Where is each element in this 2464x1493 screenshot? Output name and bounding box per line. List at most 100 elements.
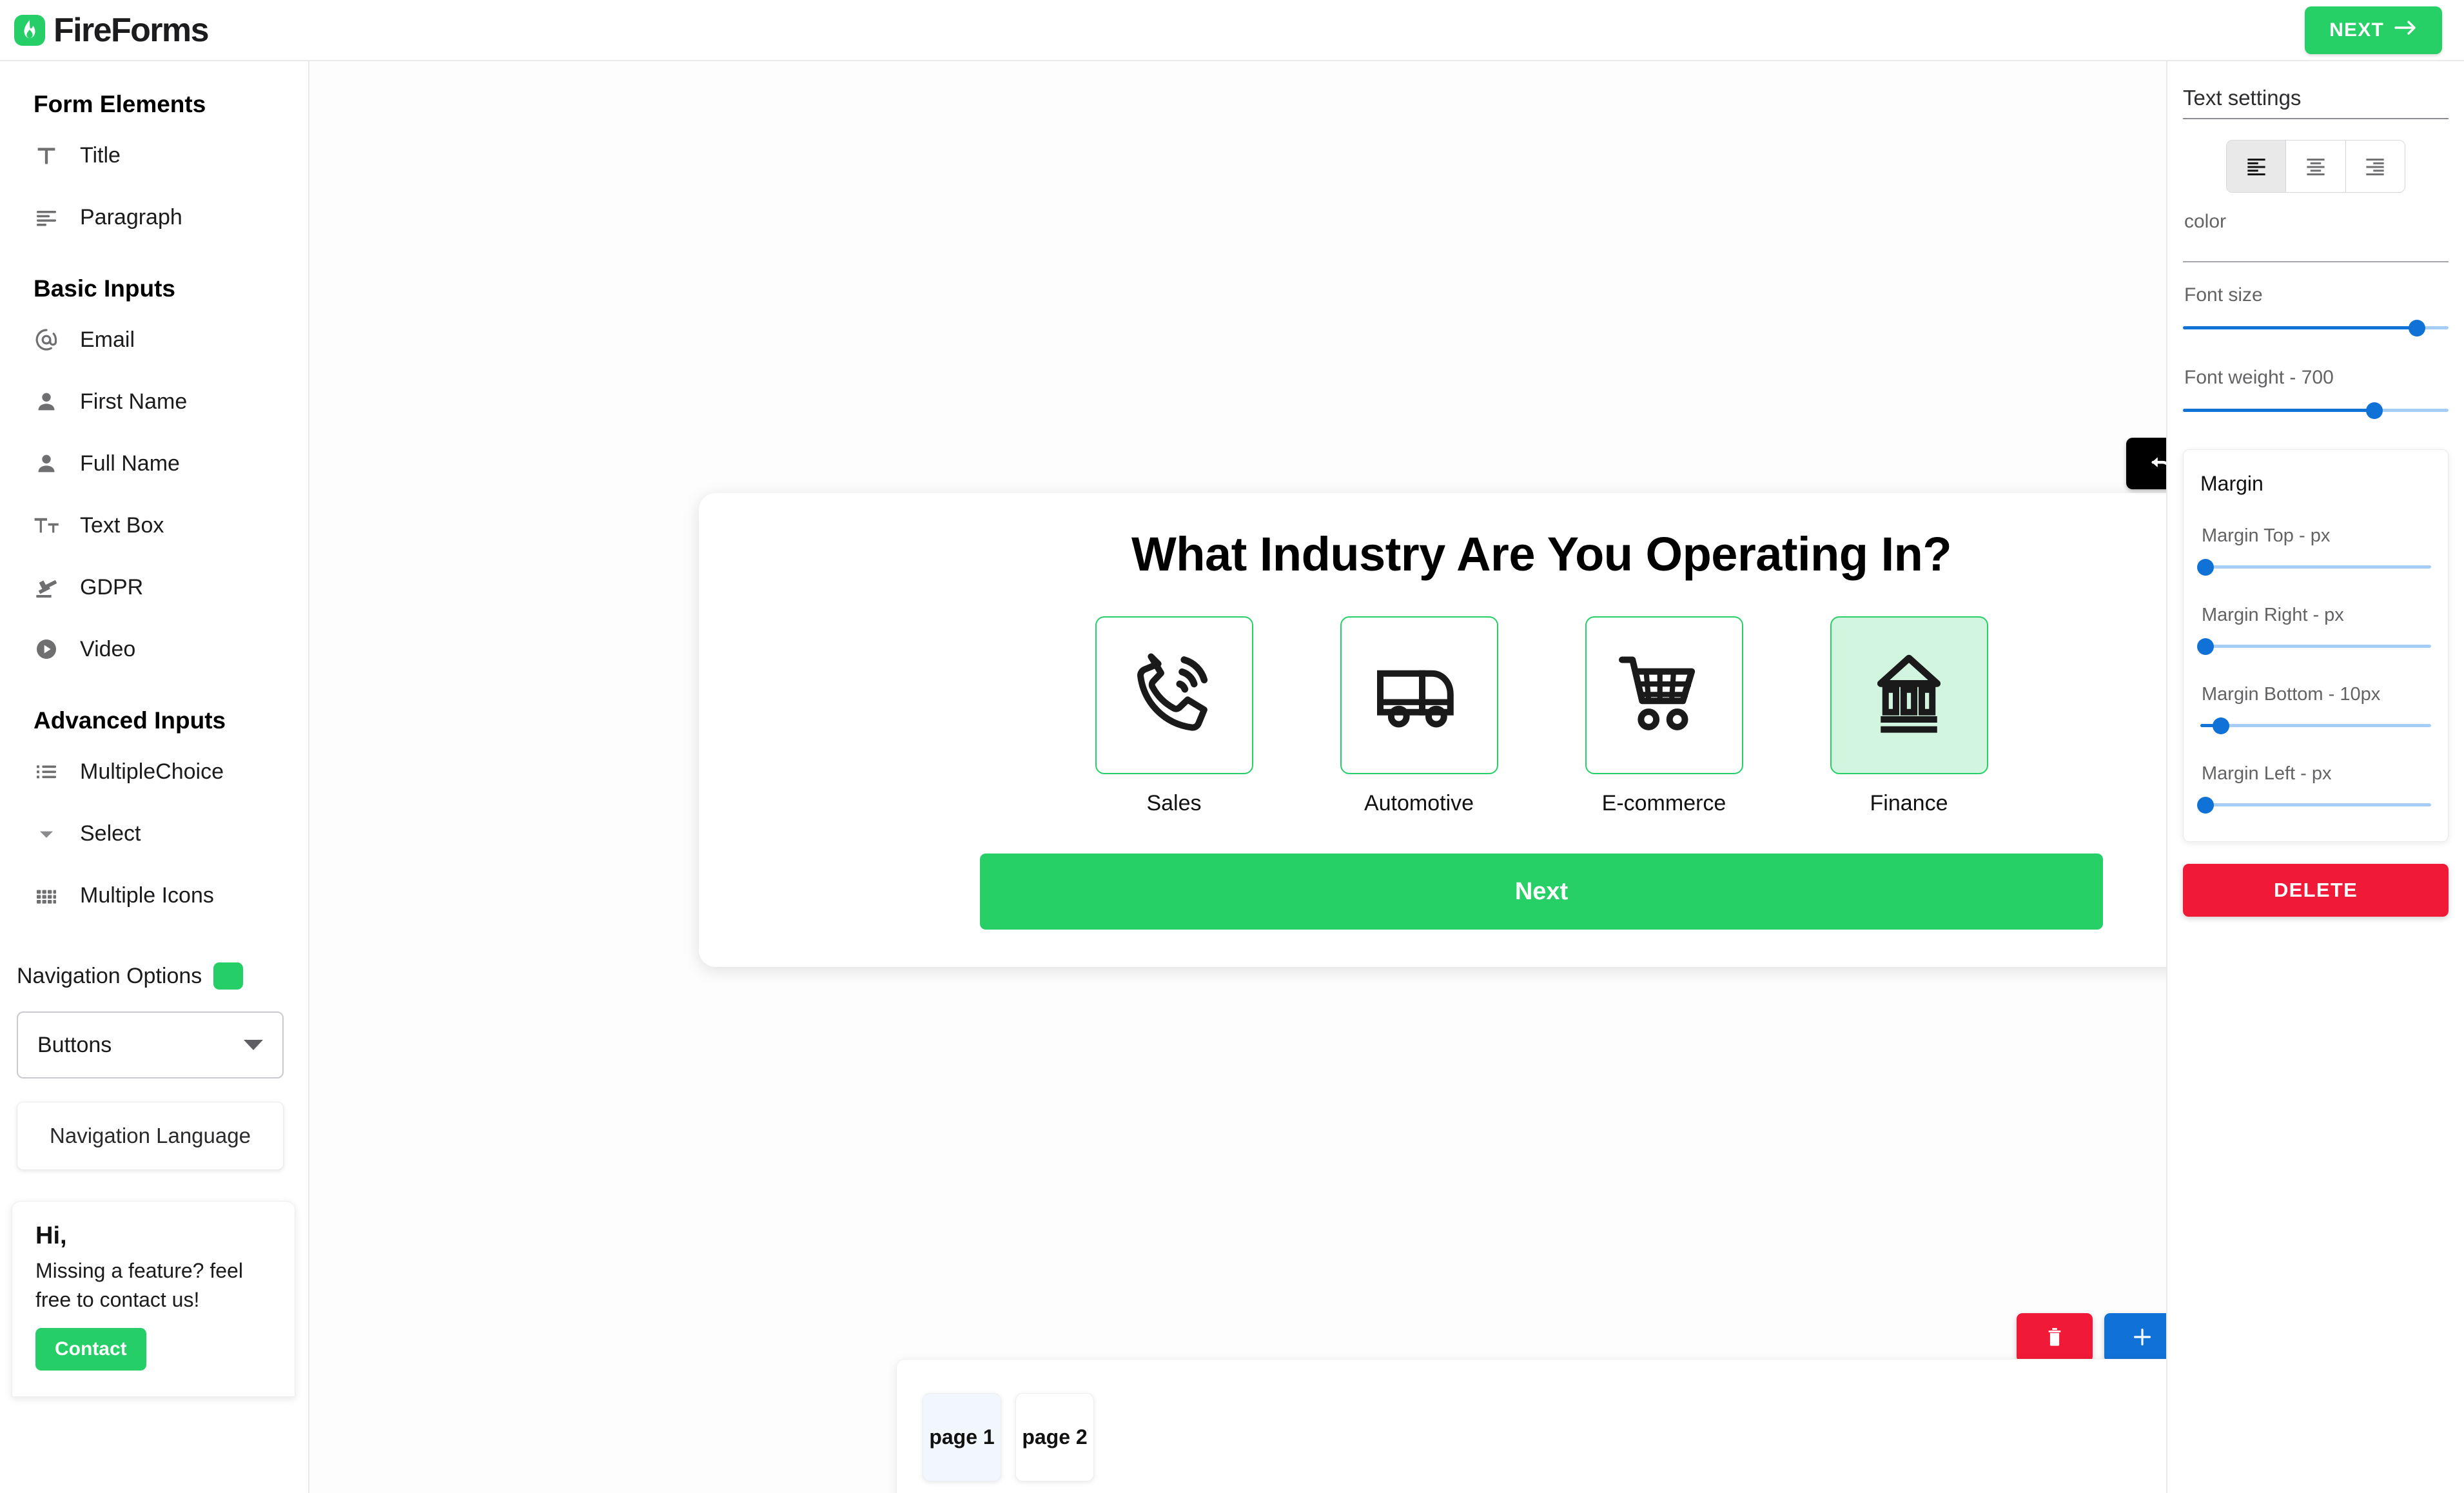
- left-sidebar: Form Elements Title Paragraph Basic Inpu…: [0, 61, 309, 1493]
- right-settings-panel: Text settings color Font size Font weigh…: [2166, 61, 2464, 1493]
- text-align-group: [2226, 140, 2405, 193]
- choice-finance[interactable]: Finance: [1830, 616, 1988, 816]
- canvas-toolbar: [2126, 438, 2166, 489]
- chevron-down-icon: [244, 1040, 263, 1050]
- add-page-button[interactable]: [2104, 1313, 2166, 1362]
- contact-message: Missing a feature? feel free to contact …: [35, 1259, 243, 1312]
- title-t-icon: [34, 142, 80, 168]
- pages-toolbar: [2017, 1313, 2166, 1362]
- align-right-button[interactable]: [2345, 141, 2405, 192]
- navigation-color-swatch[interactable]: [213, 962, 244, 990]
- sidebar-item-paragraph[interactable]: Paragraph: [0, 186, 308, 248]
- gavel-icon: [34, 574, 80, 600]
- slider-fill: [2183, 409, 2374, 412]
- slider-knob[interactable]: [2197, 638, 2214, 655]
- trash-icon: [2045, 1326, 2064, 1350]
- delete-element-button[interactable]: DELETE: [2183, 864, 2449, 917]
- margin-title: Margin: [2200, 472, 2264, 495]
- at-sign-icon: [34, 327, 80, 353]
- sidebar-item-multiplechoice[interactable]: MultipleChoice: [0, 741, 308, 803]
- plus-icon: [2132, 1327, 2153, 1349]
- form-title[interactable]: What Industry Are You Operating In?: [738, 527, 2166, 581]
- shopping-cart-icon: [1616, 645, 1712, 745]
- color-label: color: [2184, 211, 2227, 232]
- form-preview-card: What Industry Are You Operating In? Sale…: [699, 493, 2166, 967]
- brand-name: FireForms: [54, 11, 209, 49]
- choice-sales[interactable]: Sales: [1095, 616, 1253, 816]
- slider-track: [2200, 803, 2431, 806]
- align-right-icon: [2364, 156, 2386, 177]
- sidebar-item-video[interactable]: Video: [0, 618, 308, 680]
- panel-divider: [2183, 261, 2449, 262]
- font-size-slider[interactable]: [2183, 317, 2449, 338]
- sidebar-item-full-name[interactable]: Full Name: [0, 433, 308, 494]
- sidebar-item-multiple-icons[interactable]: Multiple Icons: [0, 864, 308, 926]
- slider-knob[interactable]: [2365, 402, 2383, 419]
- margin-left-label: Margin Left - px: [2202, 763, 2332, 784]
- person-icon: [34, 389, 80, 415]
- font-size-label: Font size: [2184, 284, 2263, 306]
- sidebar-item-label: Select: [80, 821, 141, 846]
- top-bar: FireForms NEXT: [0, 0, 2464, 61]
- group-title-advanced-inputs: Advanced Inputs: [34, 707, 226, 734]
- brand-logo[interactable]: FireForms: [14, 11, 209, 50]
- sidebar-item-label: Paragraph: [80, 204, 182, 229]
- slider-knob[interactable]: [2408, 320, 2425, 337]
- align-center-button[interactable]: [2286, 141, 2346, 192]
- margin-left-slider[interactable]: [2197, 794, 2431, 815]
- body-split: Form Elements Title Paragraph Basic Inpu…: [0, 61, 2464, 1493]
- sidebar-item-title[interactable]: Title: [0, 124, 308, 186]
- margin-top-slider[interactable]: [2197, 556, 2431, 578]
- margin-card: Margin Margin Top - px Margin Right - px…: [2183, 449, 2449, 842]
- undo-arrow-icon: [2147, 451, 2166, 476]
- margin-bottom-label: Margin Bottom - 10px: [2202, 684, 2381, 705]
- choice-automotive[interactable]: Automotive: [1340, 616, 1498, 816]
- sidebar-item-email[interactable]: Email: [0, 309, 308, 371]
- navigation-options-row: Navigation Options: [0, 962, 308, 990]
- choice-ecommerce[interactable]: E-commerce: [1585, 616, 1743, 816]
- bullet-list-icon: [34, 759, 80, 785]
- slider-knob[interactable]: [2213, 717, 2230, 734]
- form-canvas: What Industry Are You Operating In? Sale…: [309, 61, 2166, 1493]
- navigation-language-button[interactable]: Navigation Language: [17, 1102, 284, 1170]
- font-weight-label: Font weight - 700: [2184, 367, 2334, 388]
- align-left-button[interactable]: [2227, 141, 2287, 192]
- form-next-button[interactable]: Next: [980, 854, 2103, 930]
- pages-panel: page 1 page 2: [896, 1359, 2166, 1493]
- margin-right-label: Margin Right - px: [2202, 605, 2344, 625]
- undo-button[interactable]: [2126, 438, 2166, 489]
- font-weight-slider[interactable]: [2183, 399, 2449, 421]
- slider-knob[interactable]: [2197, 559, 2214, 576]
- delete-page-button[interactable]: [2017, 1313, 2093, 1362]
- contact-card: Hi, Missing a feature? feel free to cont…: [12, 1201, 295, 1397]
- navigation-select-value: Buttons: [37, 1032, 112, 1057]
- app-root: FireForms NEXT Form Elements Title Parag…: [0, 0, 2464, 1493]
- slider-track: [2200, 724, 2431, 727]
- navigation-options-label: Navigation Options: [17, 963, 202, 988]
- sidebar-item-label: Video: [80, 636, 136, 661]
- page-tab[interactable]: page 2: [1015, 1392, 1094, 1481]
- navigation-language-label: Navigation Language: [50, 1124, 251, 1147]
- sidebar-item-label: GDPR: [80, 574, 144, 600]
- margin-bottom-slider[interactable]: [2200, 714, 2431, 736]
- text-size-icon: [34, 512, 80, 538]
- contact-button[interactable]: Contact: [35, 1327, 146, 1371]
- phone-call-icon: [1126, 645, 1222, 745]
- chevron-down-icon: [34, 821, 80, 846]
- page-tab[interactable]: page 1: [923, 1392, 1001, 1481]
- group-title-form-elements: Form Elements: [34, 91, 206, 117]
- sidebar-item-label: Multiple Icons: [80, 883, 214, 908]
- sidebar-item-label: First Name: [80, 389, 188, 414]
- sidebar-item-first-name[interactable]: First Name: [0, 371, 308, 433]
- next-top-label: NEXT: [2329, 19, 2384, 41]
- person-icon: [34, 451, 80, 476]
- margin-right-slider[interactable]: [2197, 635, 2431, 657]
- navigation-select[interactable]: Buttons: [17, 1011, 284, 1078]
- slider-knob[interactable]: [2197, 797, 2214, 814]
- sidebar-item-gdpr[interactable]: GDPR: [0, 556, 308, 618]
- sidebar-item-text-box[interactable]: Text Box: [0, 494, 308, 556]
- truck-icon: [1371, 645, 1467, 745]
- next-top-button[interactable]: NEXT: [2305, 6, 2442, 54]
- align-center-icon: [2305, 156, 2327, 177]
- sidebar-item-select[interactable]: Select: [0, 803, 308, 864]
